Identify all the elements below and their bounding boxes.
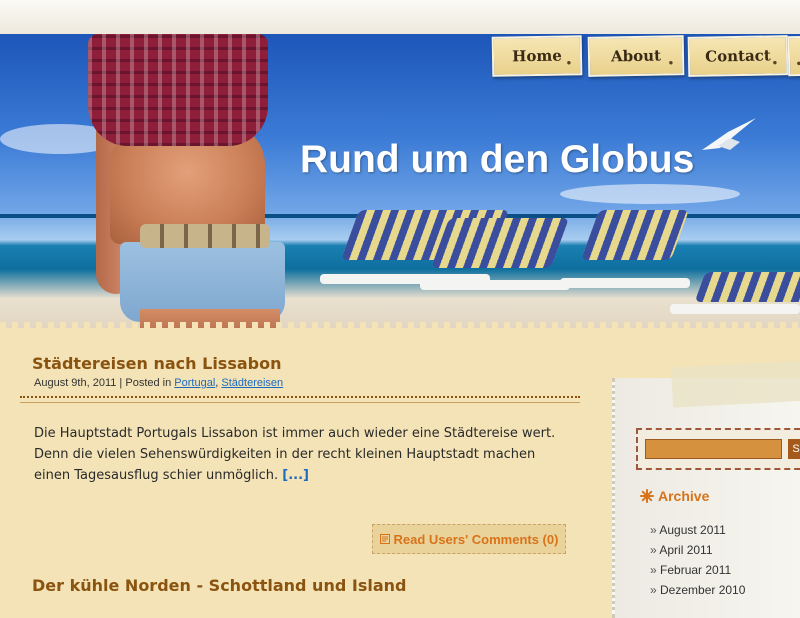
read-comments-label: Read Users' Comments (0) xyxy=(393,531,559,547)
nav-about-button[interactable]: About xyxy=(587,35,685,77)
person-legs xyxy=(140,309,280,328)
search-input[interactable] xyxy=(645,439,782,459)
read-more-link[interactable]: [...] xyxy=(282,468,309,483)
post-title-link[interactable]: Der kühle Norden - Schottland und Island xyxy=(32,576,406,595)
lounger-frame xyxy=(420,280,570,290)
post-divider xyxy=(20,396,580,403)
read-comments-button[interactable]: Read Users' Comments (0) xyxy=(372,524,566,554)
person-shirt xyxy=(88,34,268,146)
post-meta: August 9th, 2011 | Posted in Portugal, S… xyxy=(34,377,284,389)
site-title: Rund um den Globus xyxy=(300,138,695,181)
nav-home-button[interactable]: Home xyxy=(491,35,583,77)
beach-lounger xyxy=(580,210,690,260)
comment-icon xyxy=(379,534,390,544)
nav-about-label: About xyxy=(610,46,662,66)
tape-decoration xyxy=(671,360,800,408)
asterisk-icon xyxy=(640,489,654,503)
beach-lounger xyxy=(694,272,800,302)
archive-link[interactable]: Dezember 2010 xyxy=(650,580,745,600)
search-button[interactable]: S xyxy=(788,439,800,459)
lounger-frame xyxy=(670,304,800,314)
cloud xyxy=(560,184,740,204)
category-link-staedtereisen[interactable]: Städtereisen xyxy=(221,377,283,389)
nav-contact-button[interactable]: Contact xyxy=(687,35,789,77)
category-link-portugal[interactable]: Portugal xyxy=(174,377,215,389)
lounger-frame xyxy=(560,278,690,288)
archive-heading: Archive xyxy=(640,488,709,504)
archive-link[interactable]: Februar 2011 xyxy=(650,560,745,580)
posted-in-label: Posted in xyxy=(125,377,172,389)
archive-link[interactable]: August 2011 xyxy=(650,520,745,540)
nav-contact-label: Contact xyxy=(705,46,771,66)
seagull-icon xyxy=(702,118,756,150)
archive-link[interactable]: April 2011 xyxy=(650,540,745,560)
archive-heading-label: Archive xyxy=(658,488,710,504)
archive-list: August 2011 April 2011 Februar 2011 Deze… xyxy=(650,520,745,600)
header-banner: Rund um den Globus xyxy=(0,34,800,328)
nav-overflow-tab xyxy=(787,35,800,77)
person-belt xyxy=(140,224,270,248)
beach-lounger xyxy=(430,218,570,268)
nav-home-label: Home xyxy=(512,46,562,66)
post-excerpt: Die Hauptstadt Portugals Lissabon ist im… xyxy=(34,423,574,486)
post-date: August 9th, 2011 xyxy=(34,377,117,389)
post-title-link[interactable]: Städtereisen nach Lissabon xyxy=(32,354,281,373)
